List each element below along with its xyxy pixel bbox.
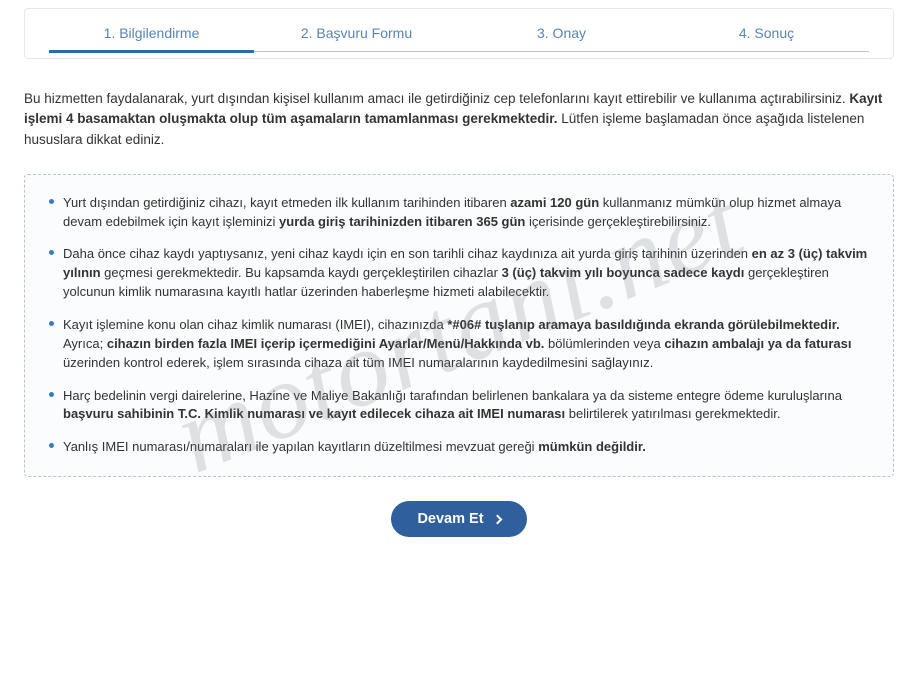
list-item: Daha önce cihaz kaydı yaptıysanız, yeni … [49, 238, 869, 309]
list-item: Yanlış IMEI numarası/numaraları ile yapı… [49, 431, 869, 464]
chevron-right-icon [492, 514, 502, 524]
info-bullets: Yurt dışından getirdiğiniz cihazı, kayıt… [49, 187, 869, 464]
list-item: Harç bedelinin vergi dairelerine, Hazine… [49, 380, 869, 432]
wizard-card: 1. Bilgilendirme 2. Başvuru Formu 3. Ona… [24, 8, 894, 59]
step-1[interactable]: 1. Bilgilendirme [49, 25, 254, 51]
steps-divider [49, 51, 869, 52]
button-row: Devam Et [0, 501, 918, 537]
list-item: Kayıt işlemine konu olan cihaz kimlik nu… [49, 309, 869, 380]
list-item: Yurt dışından getirdiğiniz cihazı, kayıt… [49, 187, 869, 239]
continue-button[interactable]: Devam Et [391, 501, 526, 537]
intro-text: Bu hizmetten faydalanarak, yurt dışından… [0, 89, 918, 150]
step-3[interactable]: 3. Onay [459, 25, 664, 51]
continue-button-label: Devam Et [417, 511, 483, 527]
step-4[interactable]: 4. Sonuç [664, 25, 869, 51]
step-2[interactable]: 2. Başvuru Formu [254, 25, 459, 51]
info-box: Yurt dışından getirdiğiniz cihazı, kayıt… [24, 174, 894, 477]
active-step-underline [49, 50, 254, 53]
steps-nav: 1. Bilgilendirme 2. Başvuru Formu 3. Ona… [25, 9, 893, 51]
